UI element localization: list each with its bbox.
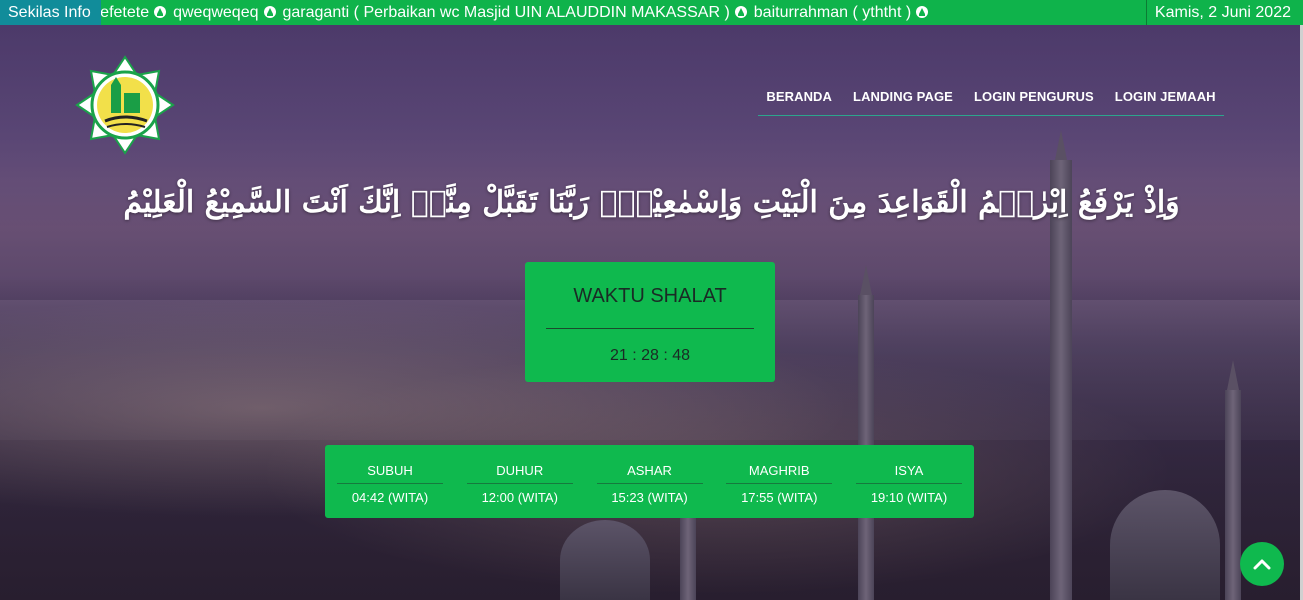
mosque-icon xyxy=(263,2,277,18)
clock-divider xyxy=(546,328,754,329)
mosque-dome xyxy=(1110,490,1220,600)
nav-landing-page[interactable]: LANDING PAGE xyxy=(853,80,953,115)
prayer-time: 17:55 (WITA) xyxy=(741,490,818,505)
prayer-name: MAGHRIB xyxy=(726,463,833,484)
ticker-item-text: qweqweqeq xyxy=(173,4,259,21)
prayer-isya: ISYA 19:10 (WITA) xyxy=(856,445,962,518)
clock-time: 21 : 28 : 48 xyxy=(609,347,691,364)
info-ticker-bar: Sekilas Info tefetete qweqweqeq garaganti … xyxy=(0,0,1303,25)
prayer-time: 12:00 (WITA) xyxy=(481,490,558,505)
prayer-name: SUBUH xyxy=(337,463,443,484)
ticker: tefetete qweqweqeq garaganti ( Perbaikan w… xyxy=(101,0,1146,25)
minaret xyxy=(1050,160,1072,600)
mosque-logo-icon xyxy=(75,55,175,155)
mosque-icon xyxy=(153,2,167,18)
main-nav: BERANDA LANDING PAGE LOGIN PENGURUS LOGI… xyxy=(758,80,1224,116)
ticker-label: Sekilas Info xyxy=(0,0,101,25)
prayer-times-panel: SUBUH 04:42 (WITA) DUHUR 12:00 (WITA) AS… xyxy=(325,445,974,518)
nav-beranda[interactable]: BERANDA xyxy=(766,80,832,115)
mosque-icon xyxy=(734,2,748,18)
prayer-subuh: SUBUH 04:42 (WITA) xyxy=(337,445,443,518)
ticker-track: tefetete qweqweqeq garaganti ( Perbaikan w… xyxy=(101,0,935,25)
ticker-item: qweqweqeq xyxy=(173,0,278,25)
prayer-duhur: DUHUR 12:00 (WITA) xyxy=(466,445,573,518)
quran-verse: وَاِذْ يَرْفَعُ اِبْرٰهٖمُ الْقَوَاعِدَ … xyxy=(123,185,1180,220)
nav-login-jemaah[interactable]: LOGIN JEMAAH xyxy=(1115,80,1216,115)
prayer-maghrib: MAGHRIB 17:55 (WITA) xyxy=(726,445,833,518)
prayer-time: 19:10 (WITA) xyxy=(870,490,948,505)
site-logo[interactable] xyxy=(75,55,175,155)
back-to-top-button[interactable] xyxy=(1240,542,1284,586)
ticker-item-text: tefetete xyxy=(100,4,150,21)
ticker-item: garaganti ( Perbaikan wc Masjid UIN ALAU… xyxy=(283,0,750,25)
ticker-item-text: baiturrahman ( yththt ) xyxy=(753,4,912,21)
prayer-name: ASHAR xyxy=(596,463,703,484)
ticker-item-text: garaganti ( Perbaikan wc Masjid UIN ALAU… xyxy=(282,4,730,21)
ticker-item: baiturrahman ( yththt ) xyxy=(754,0,931,25)
prayer-name: DUHUR xyxy=(466,463,573,484)
current-date: Kamis, 2 Juni 2022 xyxy=(1145,0,1303,25)
mosque-icon xyxy=(915,2,929,18)
chevron-up-icon xyxy=(1253,559,1271,570)
prayer-name: ISYA xyxy=(856,463,962,484)
prayer-clock-card: WAKTU SHALAT 21 : 28 : 48 xyxy=(525,262,775,382)
nav-login-pengurus[interactable]: LOGIN PENGURUS xyxy=(974,80,1094,115)
mosque-dome xyxy=(560,520,650,600)
ticker-item: tefetete xyxy=(101,0,169,25)
minaret xyxy=(1225,390,1241,600)
prayer-time: 04:42 (WITA) xyxy=(351,490,429,505)
prayer-time: 15:23 (WITA) xyxy=(611,490,688,505)
clock-title: WAKTU SHALAT xyxy=(573,285,727,307)
prayer-ashar: ASHAR 15:23 (WITA) xyxy=(596,445,703,518)
